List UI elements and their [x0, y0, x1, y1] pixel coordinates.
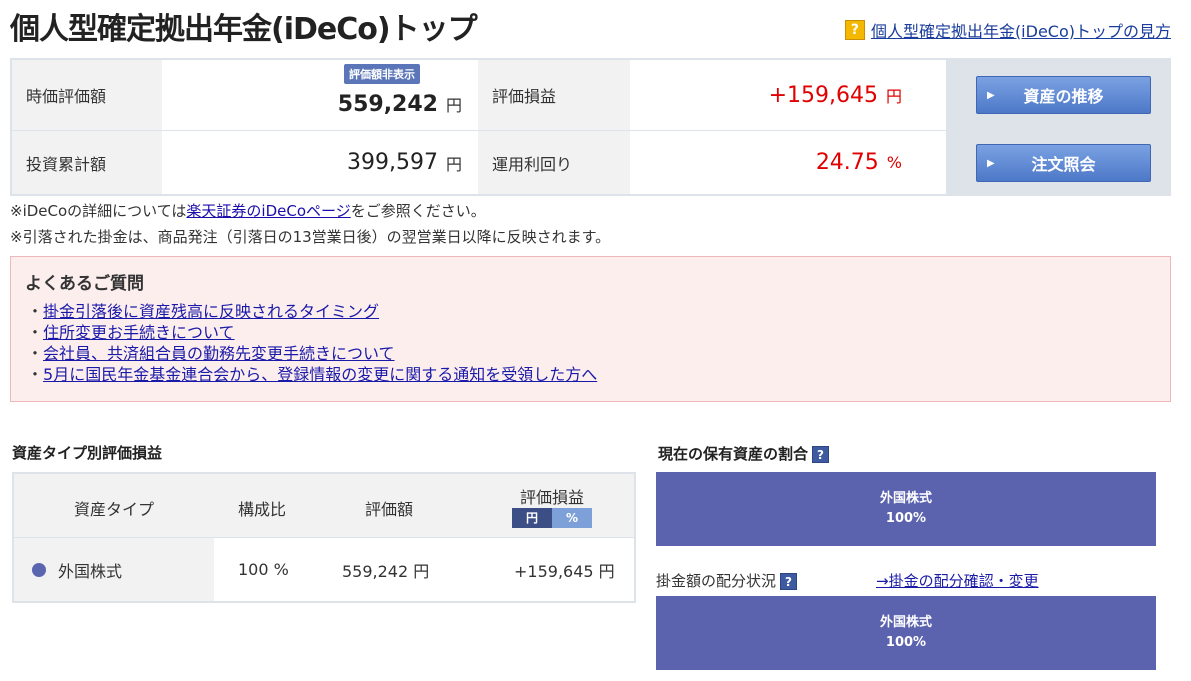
holdings-ratio-bar: 外国株式 100%: [656, 472, 1156, 546]
asset-history-button-label: 資産の推移: [1023, 87, 1104, 106]
invested-cell: 399,597 円: [162, 131, 478, 194]
gain-label: 評価損益: [478, 60, 630, 130]
asset-gain: +159,645 円: [514, 561, 615, 581]
header-value: 評価額: [364, 500, 413, 519]
yield-unit: %: [886, 153, 902, 172]
allocation-title: 掛金額の配分状況: [656, 572, 777, 590]
holdings-bar-pct: 100%: [885, 511, 927, 526]
order-inquiry-button-label: 注文照会: [1031, 155, 1096, 174]
arrow-right-icon: ▶: [987, 157, 995, 169]
page-title: 個人型確定拠出年金(iDeCo)トップ: [10, 12, 478, 47]
arrow-right-icon: ▶: [987, 89, 995, 101]
allocation-bar-label: 外国株式: [879, 615, 932, 630]
asset-value: 559,242 円: [342, 561, 430, 581]
faq-item: ・掛金引落後に資産残高に反映されるタイミング: [27, 301, 597, 322]
asset-type: 外国株式: [58, 561, 123, 581]
asset-history-button[interactable]: ▶ 資産の推移: [976, 76, 1151, 114]
help-icon[interactable]: ?: [812, 446, 830, 463]
gain-cell: +159,645 円: [630, 60, 946, 130]
table-header: 資産タイプ 構成比 評価額 評価損益 円 %: [14, 474, 634, 538]
faq-item: ・5月に国民年金基金連合会から、登録情報の変更に関する通知を受領した方へ: [27, 364, 597, 385]
faq-box: よくあるご質問 ・掛金引落後に資産残高に反映されるタイミング ・住所変更お手続き…: [10, 256, 1171, 402]
order-inquiry-button[interactable]: ▶ 注文照会: [976, 144, 1151, 182]
note-text: をご参照ください。: [350, 202, 486, 220]
faq-link[interactable]: 掛金引落後に資産残高に反映されるタイミング: [43, 302, 379, 321]
bullet: ・: [27, 365, 44, 384]
toggle-percent[interactable]: %: [552, 508, 592, 528]
holdings-bar-label: 外国株式: [879, 491, 932, 506]
help-icon[interactable]: ?: [780, 573, 798, 590]
header-gain: 評価損益: [519, 488, 584, 507]
asset-section-title: 資産タイプ別評価損益: [12, 444, 163, 462]
header-asset-type: 資産タイプ: [73, 500, 154, 519]
invested-label: 投資累計額: [12, 131, 162, 194]
market-value-cell: 評価額非表示 559,242 円: [162, 60, 478, 130]
toggle-yen[interactable]: 円: [512, 508, 552, 528]
allocation-bar-pct: 100%: [885, 635, 927, 650]
asset-type-cell: 外国株式: [14, 538, 214, 601]
bullet: ・: [27, 344, 44, 363]
help-link[interactable]: ? 個人型確定拠出年金(iDeCo)トップの見方: [844, 18, 1171, 42]
summary-panel: 時価評価額 評価額非表示 559,242 円 評価損益 +159,645 円 投…: [10, 58, 1171, 196]
yield-value: 24.75: [815, 150, 879, 175]
faq-link[interactable]: 住所変更お手続きについて: [43, 323, 235, 342]
unit-toggle[interactable]: 円 %: [512, 508, 592, 528]
holdings-title: 現在の保有資産の割合: [658, 445, 809, 463]
note-text: ※iDeCoの詳細については: [10, 202, 187, 220]
market-value: 559,242: [337, 91, 438, 117]
yield-label: 運用利回り: [478, 131, 630, 194]
faq-link[interactable]: 5月に国民年金基金連合会から、登録情報の変更に関する通知を受領した方へ: [43, 365, 597, 384]
help-icon: ?: [844, 20, 865, 40]
note-deduction: ※引落された掛金は、商品発注（引落日の13営業日後）の翌営業日以降に反映されます…: [10, 228, 611, 246]
allocation-change-link[interactable]: →掛金の配分確認・変更: [876, 570, 1039, 591]
invested-value: 399,597: [347, 150, 438, 175]
rakuten-ideco-link[interactable]: 楽天証券のiDeCoページ: [186, 202, 350, 220]
note-ideco-detail: ※iDeCoの詳細については楽天証券のiDeCoページをご参照ください。: [10, 200, 486, 221]
invested-unit: 円: [445, 154, 462, 174]
header-ratio: 構成比: [237, 500, 286, 519]
faq-list: ・掛金引落後に資産残高に反映されるタイミング ・住所変更お手続きについて ・会社…: [27, 301, 597, 385]
help-link-text[interactable]: 個人型確定拠出年金(iDeCo)トップの見方: [871, 18, 1171, 42]
bullet: ・: [27, 323, 44, 342]
hide-value-badge[interactable]: 評価額非表示: [344, 64, 420, 84]
market-value-unit: 円: [445, 96, 462, 115]
asset-type-table: 資産タイプ 構成比 評価額 評価損益 円 % 外国株式 100 % 559,24…: [12, 472, 636, 603]
faq-link[interactable]: 会社員、共済組合員の勤務先変更手続きについて: [43, 344, 395, 363]
asset-color-dot-icon: [32, 562, 46, 577]
gain-unit: 円: [885, 87, 902, 106]
faq-title: よくあるご質問: [25, 274, 144, 294]
asset-ratio: 100 %: [238, 560, 289, 579]
yield-cell: 24.75 %: [630, 131, 946, 194]
table-row: 外国株式 100 % 559,242 円 +159,645 円: [14, 538, 634, 601]
holdings-title-row: 現在の保有資産の割合?: [658, 443, 830, 464]
gain-value: +159,645: [768, 82, 878, 108]
faq-item: ・会社員、共済組合員の勤務先変更手続きについて: [27, 343, 597, 364]
bullet: ・: [27, 302, 44, 321]
allocation-ratio-bar: 外国株式 100%: [656, 596, 1156, 670]
market-value-label: 時価評価額: [12, 60, 162, 130]
faq-item: ・住所変更お手続きについて: [27, 322, 597, 343]
allocation-row: 掛金額の配分状況? →掛金の配分確認・変更: [656, 570, 1156, 591]
